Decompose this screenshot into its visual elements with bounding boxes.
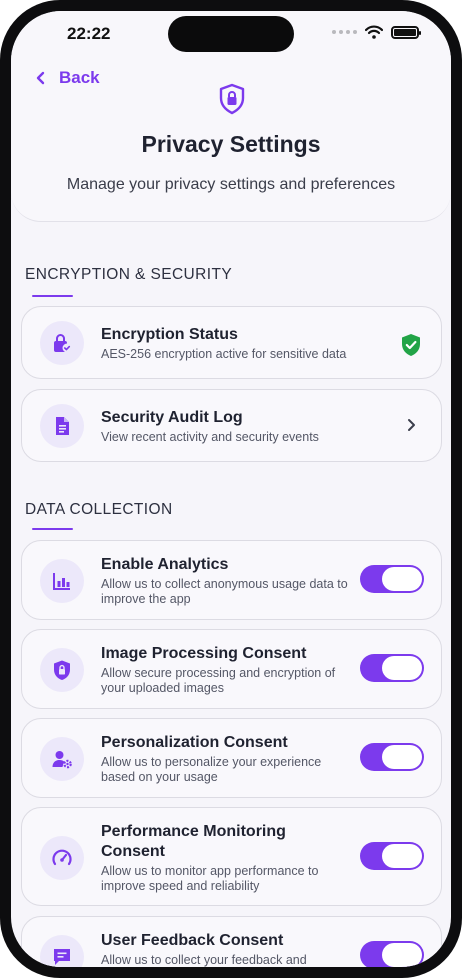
toggle-knob (382, 844, 422, 868)
card-title: Performance Monitoring Consent (101, 823, 286, 860)
feedback-icon (54, 949, 70, 965)
analytics-toggle[interactable] (360, 565, 424, 593)
section-title-data-collection: DATA COLLECTION (25, 501, 173, 518)
toggle-knob (382, 567, 422, 591)
card-description: Allow secure processing and encryption o… (101, 666, 336, 695)
section-title-encryption: ENCRYPTION & SECURITY (25, 266, 233, 283)
icon-circle (40, 836, 84, 880)
status-icons (332, 25, 421, 39)
icon-circle (40, 559, 84, 603)
screen: Back Privacy Settings Manage your privac… (11, 11, 451, 967)
performance-monitoring-toggle[interactable] (360, 842, 424, 870)
card-title: Enable Analytics (101, 556, 229, 573)
shield-lock-icon (219, 83, 245, 115)
card-description: Allow us to monitor app performance to i… (101, 864, 319, 893)
shield-lock-icon (54, 660, 70, 680)
icon-circle (40, 737, 84, 781)
card-title: Personalization Consent (101, 734, 288, 751)
signal-icon (332, 30, 357, 34)
user-feedback-toggle[interactable] (360, 941, 424, 967)
user-settings-icon (52, 751, 72, 769)
status-time: 22:22 (67, 24, 111, 43)
shield-check-icon (402, 334, 420, 356)
card-title: Encryption Status (101, 326, 238, 343)
icon-circle (40, 404, 84, 448)
page-subtitle: Manage your privacy settings and prefere… (66, 176, 396, 193)
image-processing-card: Image Processing Consent Allow secure pr… (21, 629, 442, 709)
dynamic-island (168, 16, 294, 52)
device-frame: Back Privacy Settings Manage your privac… (0, 0, 462, 978)
document-icon (56, 417, 69, 435)
back-label: Back (59, 68, 100, 87)
chevron-left-icon (36, 71, 45, 85)
icon-circle (40, 321, 84, 365)
card-description: AES-256 encryption active for sensitive … (101, 347, 347, 361)
encryption-status-card: Encryption Status AES-256 encryption act… (21, 306, 442, 379)
card-description: View recent activity and security events (101, 430, 319, 444)
personalization-toggle[interactable] (360, 743, 424, 771)
toggle-knob (382, 745, 422, 769)
section-underline (32, 528, 73, 530)
lock-check-icon (54, 334, 72, 353)
analytics-card: Enable Analytics Allow us to collect ano… (21, 540, 442, 620)
chevron-right-icon[interactable] (406, 417, 418, 433)
personalization-card: Personalization Consent Allow us to pers… (21, 718, 442, 798)
toggle-knob (382, 943, 422, 967)
section-underline (32, 295, 73, 297)
icon-circle (40, 648, 84, 692)
back-button[interactable]: Back (35, 68, 100, 88)
card-title: User Feedback Consent (101, 932, 284, 949)
user-feedback-card: User Feedback Consent Allow us to collec… (21, 916, 442, 967)
speedometer-icon (52, 849, 72, 866)
wifi-icon (365, 25, 383, 39)
image-processing-toggle[interactable] (360, 654, 424, 682)
bar-chart-icon (53, 573, 70, 590)
card-title: Security Audit Log (101, 409, 243, 426)
security-audit-log-card[interactable]: Security Audit Log View recent activity … (21, 389, 442, 462)
card-description: Allow us to personalize your experience … (101, 755, 322, 784)
battery-icon (391, 25, 421, 39)
page-title: Privacy Settings (141, 131, 321, 157)
performance-monitoring-card: Performance Monitoring Consent Allow us … (21, 807, 442, 906)
toggle-knob (382, 656, 422, 680)
card-description: Allow us to collect anonymous usage data… (101, 577, 348, 606)
card-description: Allow us to collect your feedback and (101, 953, 307, 967)
card-title: Image Processing Consent (101, 645, 307, 662)
icon-circle (40, 935, 84, 967)
